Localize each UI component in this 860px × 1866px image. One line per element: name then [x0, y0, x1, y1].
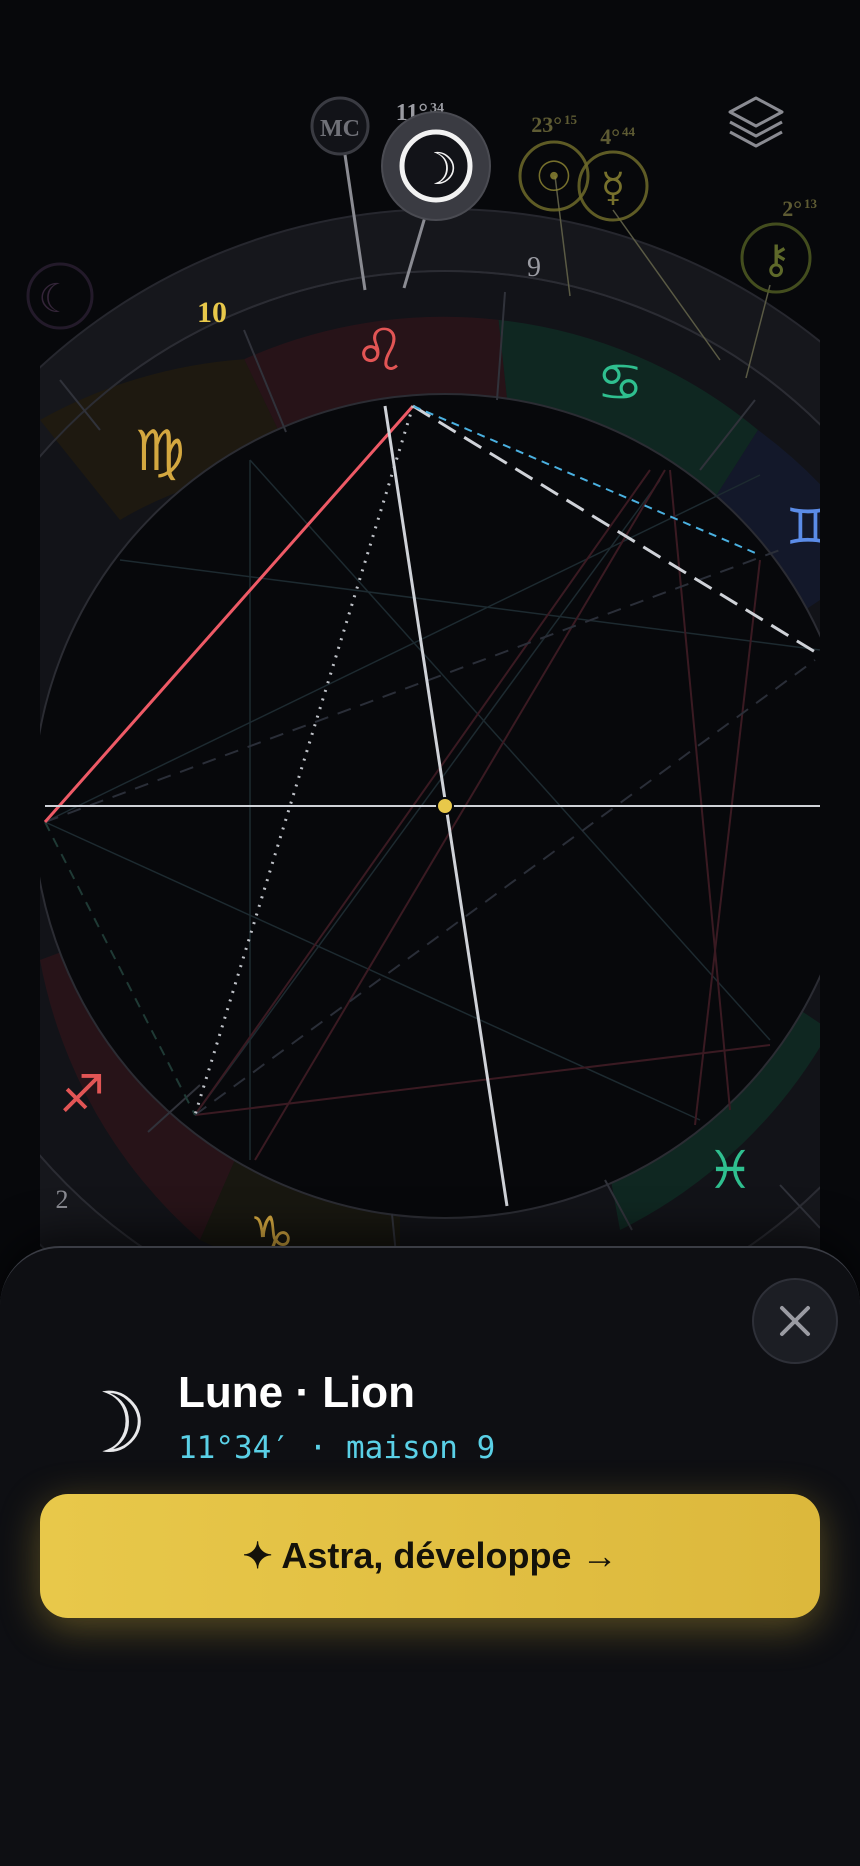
- house-number-10: 10: [197, 296, 227, 329]
- astra-develop-button[interactable]: ✦ Astra, développe →: [40, 1494, 820, 1618]
- house-number-9: 9: [527, 252, 541, 283]
- chiron-planet-marker[interactable]: 2° 13 ⚷: [740, 196, 818, 294]
- moon-icon: ☽: [418, 144, 457, 195]
- sun-minutes: 15: [564, 112, 578, 127]
- partial-planet-icon: ☾: [38, 276, 74, 322]
- virgo-sign-icon: ♍: [135, 419, 185, 484]
- close-icon: [780, 1306, 810, 1336]
- astrology-chart-wheel[interactable]: 10 9 2 ♌ ♋ ♍ ♊ ♐ ♓ ♑ MC 11° 34 ☽ 23° 15: [0, 0, 860, 1264]
- sagittarius-sign-icon: ♐: [59, 1065, 106, 1125]
- mercury-icon: ☿: [601, 165, 626, 211]
- sun-planet-marker[interactable]: 23° 15 ☉: [518, 112, 590, 212]
- moon-glyph: ☽: [72, 1374, 147, 1472]
- zodiac-wheel: 10 9 2 ♌ ♋ ♍ ♊ ♐ ♓ ♑: [40, 208, 831, 1264]
- mercury-minutes: 44: [622, 124, 636, 139]
- cancer-sign-icon: ♋: [597, 353, 644, 413]
- mc-marker[interactable]: MC: [310, 96, 370, 156]
- leo-sign-icon: ♌: [354, 316, 406, 384]
- planet-position: 11°34′ · maison 9: [178, 1430, 496, 1466]
- mercury-degree: 4°: [600, 124, 620, 149]
- mc-label: MC: [320, 116, 360, 142]
- house-number-2: 2: [56, 1185, 69, 1214]
- sun-icon: ☉: [535, 152, 573, 201]
- moon-detail-icon: ☽: [60, 1368, 170, 1478]
- layers-icon: [728, 96, 784, 148]
- close-button[interactable]: [752, 1278, 838, 1364]
- pisces-sign-icon: ♓: [707, 1141, 754, 1201]
- partial-planet-marker[interactable]: ☾: [26, 262, 94, 330]
- gemini-sign-icon: ♊: [786, 498, 831, 556]
- astra-develop-label: ✦ Astra, développe →: [242, 1535, 618, 1576]
- planet-title: Lune · Lion: [178, 1368, 416, 1417]
- moon-planet-marker[interactable]: 11° 34 ☽: [381, 100, 491, 221]
- chiron-degree: 2°: [782, 196, 802, 221]
- layers-button[interactable]: [720, 88, 792, 160]
- planet-detail-sheet: ☽ Lune · Lion 11°34′ · maison 9 ✦ Astra,…: [0, 1246, 860, 1866]
- chiron-minutes: 13: [804, 196, 818, 211]
- sun-degree: 23°: [531, 112, 562, 137]
- chiron-icon: ⚷: [761, 237, 790, 283]
